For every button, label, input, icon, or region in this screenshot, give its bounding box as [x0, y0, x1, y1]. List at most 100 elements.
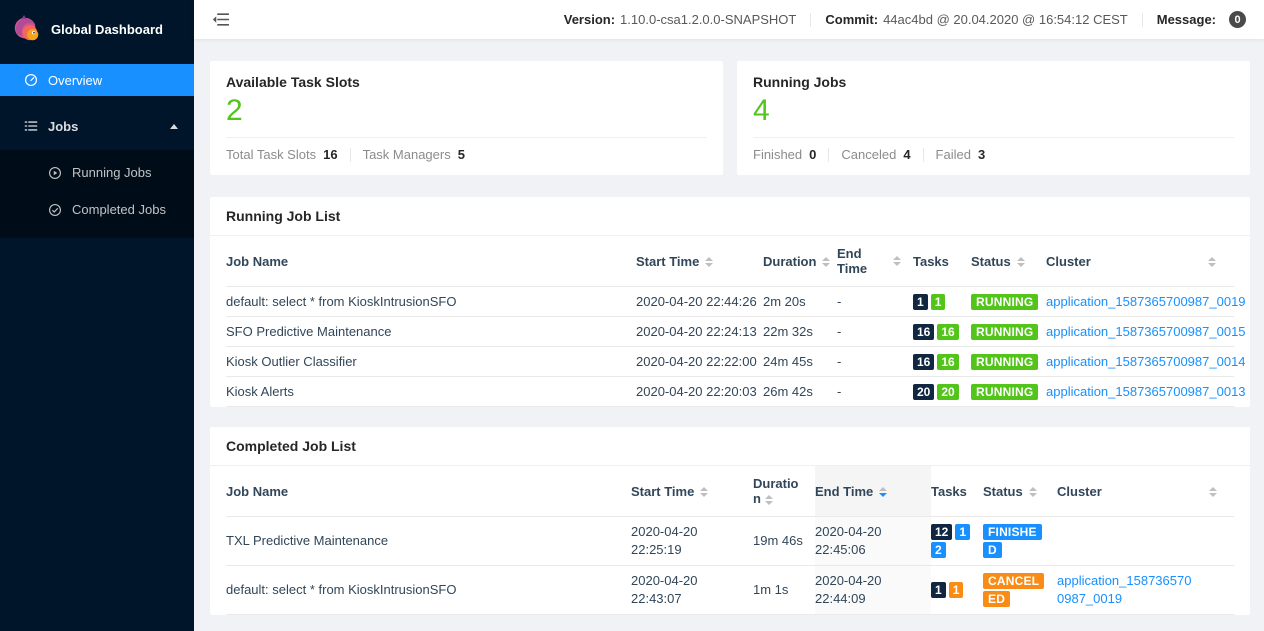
cluster-cell: application_1587365700987_0019 [1057, 566, 1209, 615]
sort-icon[interactable] [1029, 487, 1037, 497]
running-job-list-card: Running Job List Job Name Start Time Dur… [210, 197, 1250, 407]
status-cell: RUNNING [971, 287, 1046, 317]
canceled-value: 4 [903, 147, 910, 162]
col-job-name: Job Name [226, 236, 636, 287]
chevron-up-icon [170, 124, 178, 129]
col-status[interactable]: Status [983, 466, 1057, 517]
sidebar-item-overview[interactable]: Overview [0, 64, 194, 96]
job-name: default: select * from KioskIntrusionSFO [226, 287, 636, 317]
duration: 1m 1s [753, 566, 815, 615]
status-badge: RUNNING [971, 384, 1038, 400]
divider [226, 137, 707, 138]
brand-title: Global Dashboard [51, 22, 163, 37]
divider [1142, 13, 1143, 27]
col-end-time[interactable]: End Time [837, 236, 913, 287]
cluster-cell [1057, 517, 1209, 566]
tasks-cell: 11 [913, 287, 971, 317]
build-info: Version: 1.10.0-csa1.2.0.0-SNAPSHOT Comm… [564, 11, 1246, 28]
unordered-list-icon [24, 119, 38, 133]
table-row[interactable]: default: select * from KioskIntrusionSFO… [226, 287, 1234, 317]
version-value: 1.10.0-csa1.2.0.0-SNAPSHOT [620, 12, 796, 27]
sort-icon[interactable] [1017, 257, 1025, 267]
sidebar-item-jobs[interactable]: Jobs [0, 110, 194, 142]
sidebar: Global Dashboard Overview Jobs Running J… [0, 0, 194, 631]
sidebar-item-label: Overview [48, 73, 102, 88]
divider [753, 137, 1234, 138]
start-time: 2020-04-20 22:25:19 [631, 517, 753, 566]
status-badge: RUNNING [971, 324, 1038, 340]
card-title: Available Task Slots [226, 74, 707, 90]
cluster-cell: application_1587365700987_0014 [1046, 347, 1208, 377]
table-row[interactable]: Kiosk Alerts 2020-04-20 22:20:03 26m 42s… [226, 377, 1234, 407]
menu-fold-icon[interactable] [212, 11, 230, 29]
col-start-time[interactable]: Start Time [636, 236, 763, 287]
cluster-link[interactable]: application_1587365700987_0019 [1046, 294, 1246, 309]
failed-value: 3 [978, 147, 985, 162]
tasks-total-badge: 16 [913, 324, 934, 340]
total-task-slots-value: 16 [323, 147, 337, 162]
tasks-total-badge: 12 [931, 524, 952, 540]
end-time: 2020-04-20 22:44:09 [815, 566, 931, 615]
table-row[interactable]: Kiosk Outlier Classifier 2020-04-20 22:2… [226, 347, 1234, 377]
tasks-total-badge: 1 [931, 582, 946, 598]
cluster-link[interactable]: application_1587365700987_0015 [1046, 324, 1246, 339]
col-status[interactable]: Status [971, 236, 1046, 287]
play-circle-icon [48, 166, 62, 180]
cluster-link[interactable]: application_1587365700987_0019 [1057, 573, 1191, 606]
start-time: 2020-04-20 22:44:26 [636, 287, 763, 317]
tasks-count-badge: 16 [937, 354, 958, 370]
sort-icon-active[interactable] [879, 487, 887, 497]
start-time: 2020-04-20 22:22:00 [636, 347, 763, 377]
available-slots-value: 2 [226, 92, 707, 130]
sidebar-item-running-jobs[interactable]: Running Jobs [0, 154, 194, 191]
table-header-row: Job Name Start Time Duration End Time Ta… [226, 466, 1234, 517]
message-count-badge[interactable]: 0 [1229, 11, 1246, 28]
job-name: SFO Predictive Maintenance [226, 317, 636, 347]
end-time: 2020-04-20 22:45:06 [815, 517, 931, 566]
sort-icon[interactable] [893, 256, 901, 266]
job-name: default: select * from KioskIntrusionSFO [226, 566, 631, 615]
canceled-label: Canceled [841, 147, 896, 162]
brand[interactable]: Global Dashboard [0, 0, 194, 58]
col-duration[interactable]: Duration [753, 466, 815, 517]
sort-icon[interactable] [700, 487, 708, 497]
job-name: Kiosk Outlier Classifier [226, 347, 636, 377]
sort-icon[interactable] [765, 495, 773, 505]
col-extra-sorter[interactable] [1209, 466, 1234, 517]
cluster-link[interactable]: application_1587365700987_0013 [1046, 384, 1246, 399]
table-row[interactable]: default: select * from KioskIntrusionSFO… [226, 566, 1234, 615]
table-row[interactable]: SFO Predictive Maintenance 2020-04-20 22… [226, 317, 1234, 347]
col-start-time[interactable]: Start Time [631, 466, 753, 517]
completed-jobs-table: Job Name Start Time Duration End Time Ta… [226, 466, 1234, 615]
divider [810, 13, 811, 27]
cluster-cell: application_1587365700987_0013 [1046, 377, 1208, 407]
col-cluster: Cluster [1046, 236, 1208, 287]
sort-icon[interactable] [1208, 257, 1216, 267]
sort-icon[interactable] [822, 257, 830, 267]
col-tasks: Tasks [931, 466, 983, 517]
col-extra-sorter[interactable] [1208, 236, 1234, 287]
completed-job-list-card: Completed Job List Job Name Start Time D… [210, 427, 1250, 615]
tasks-cell: 1212 [931, 517, 983, 566]
duration: 26m 42s [763, 377, 837, 407]
col-end-time[interactable]: End Time [815, 466, 931, 517]
start-time: 2020-04-20 22:20:03 [636, 377, 763, 407]
cluster-link[interactable]: application_1587365700987_0014 [1046, 354, 1246, 369]
status-badge: CANCELED [983, 573, 1044, 607]
sort-icon[interactable] [705, 257, 713, 267]
tasks-count-badge: 1 [949, 582, 964, 598]
task-managers-label: Task Managers [363, 147, 451, 162]
tasks-cell: 1616 [913, 317, 971, 347]
total-task-slots-label: Total Task Slots [226, 147, 316, 162]
status-badge: RUNNING [971, 294, 1038, 310]
sidebar-item-completed-jobs[interactable]: Completed Jobs [0, 191, 194, 228]
cluster-cell: application_1587365700987_0019 [1046, 287, 1208, 317]
table-row[interactable]: TXL Predictive Maintenance 2020-04-20 22… [226, 517, 1234, 566]
duration: 24m 45s [763, 347, 837, 377]
col-duration[interactable]: Duration [763, 236, 837, 287]
sort-icon[interactable] [1209, 487, 1217, 497]
running-jobs-value: 4 [753, 92, 1234, 130]
finished-value: 0 [809, 147, 816, 162]
duration: 2m 20s [763, 287, 837, 317]
tasks-count-badge: 16 [937, 324, 958, 340]
